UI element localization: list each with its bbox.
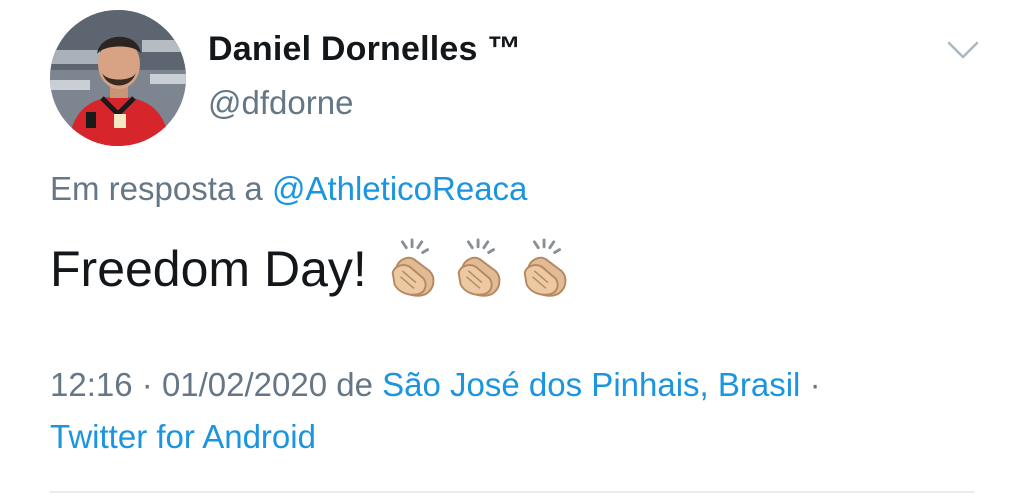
emoji-group (383, 238, 577, 300)
tweet-time[interactable]: 12:16 (50, 366, 133, 403)
separator: · (809, 366, 821, 403)
clapping-hands-icon (391, 238, 435, 297)
separator: · (141, 366, 153, 403)
avatar[interactable] (50, 10, 186, 146)
tweet: Daniel Dornelles ™ @dfdorne Em resposta … (0, 0, 1024, 500)
tweet-text: Freedom Day! (50, 238, 577, 300)
tweet-source-line: Twitter for Android (50, 418, 316, 456)
display-name[interactable]: Daniel Dornelles ™ (208, 30, 521, 69)
tweet-body: Freedom Day! (50, 241, 367, 297)
tweet-metadata: 12:16 · 01/02/2020 de São José dos Pinha… (50, 366, 821, 404)
chevron-down-icon[interactable] (946, 38, 980, 62)
location-link[interactable]: São José dos Pinhais, Brasil (382, 366, 800, 403)
tweet-date[interactable]: 01/02/2020 (162, 366, 327, 403)
reply-prefix: Em resposta a (50, 170, 263, 207)
clapping-hands-icon (457, 238, 501, 297)
divider (50, 491, 974, 493)
clapping-hands-icon (523, 238, 567, 297)
avatar-image (50, 10, 186, 146)
reply-to-link[interactable]: @AthleticoReaca (272, 170, 527, 207)
reply-context: Em resposta a @AthleticoReaca (50, 170, 527, 208)
user-handle[interactable]: @dfdorne (208, 84, 353, 122)
location-prefix: de (336, 366, 373, 403)
source-link[interactable]: Twitter for Android (50, 418, 316, 455)
